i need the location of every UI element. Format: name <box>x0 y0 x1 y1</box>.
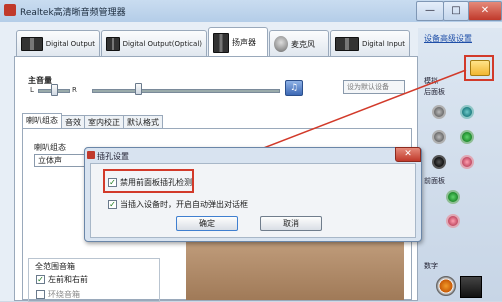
ok-button[interactable]: 确定 <box>176 216 238 231</box>
cancel-button[interactable]: 取消 <box>260 216 322 231</box>
dialog-title: 插孔设置 <box>97 152 129 161</box>
dialog-close-button[interactable]: ✕ <box>395 147 421 162</box>
option-label: 当插入设备时，开启自动弹出对话框 <box>120 200 248 209</box>
auto-popup-checkbox[interactable]: ✓ <box>108 200 117 209</box>
dialog-app-icon <box>87 151 95 159</box>
option-highlight-box <box>103 169 194 193</box>
auto-popup-option[interactable]: ✓ 当插入设备时，开启自动弹出对话框 <box>108 199 248 210</box>
